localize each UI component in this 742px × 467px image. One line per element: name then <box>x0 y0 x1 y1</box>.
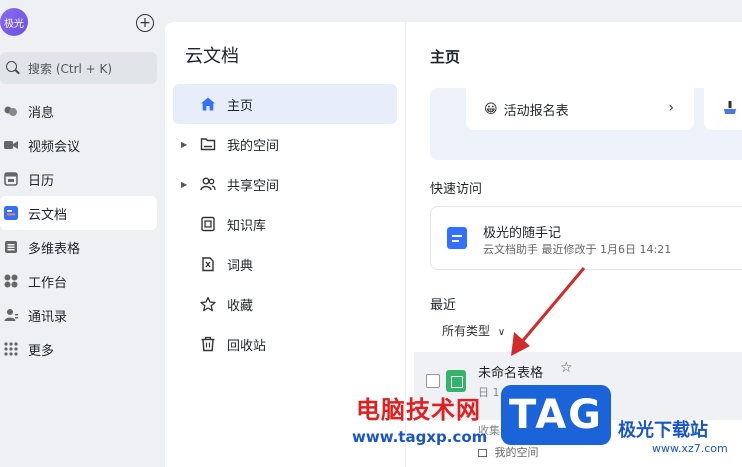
star-icon[interactable]: ☆ <box>560 360 573 376</box>
sidebar-item-knowledge-base[interactable]: 知识库 <box>173 204 397 244</box>
sidebar-item-label: 共享空间 <box>227 178 280 194</box>
trash-icon <box>199 335 217 353</box>
template-card-signup[interactable]: 😀 活动报名表 › <box>466 88 694 130</box>
quick-access-card[interactable]: 极光的随手记 云文档助手 最近修改于 1月6日 14:21 <box>430 206 742 270</box>
home-icon <box>199 95 217 113</box>
search-input[interactable]: 搜索 (Ctrl + K) <box>0 52 157 84</box>
nav-item-label: 更多 <box>28 343 55 359</box>
cleaner-icon <box>722 100 738 120</box>
left-nav: 极光 + 搜索 (Ctrl + K) 消息 视频会议 日历 云文档 多维表格 工… <box>0 0 165 467</box>
sidebar-item-recycle-bin[interactable]: 回收站 <box>173 324 397 364</box>
nav-item-messages[interactable]: 消息 <box>0 94 157 128</box>
quick-access-title: 极光的随手记 <box>483 226 562 241</box>
smile-emoji-icon: 😀 <box>484 101 498 117</box>
nav-item-label: 消息 <box>28 105 55 121</box>
type-filter-label: 所有类型 <box>442 324 491 338</box>
calendar-icon <box>4 172 18 186</box>
nav-item-label: 工作台 <box>28 275 68 291</box>
workbench-icon <box>4 274 18 288</box>
nav-item-label: 视频会议 <box>28 139 81 155</box>
add-button[interactable]: + <box>136 14 154 32</box>
sidebar-item-label: 词典 <box>227 258 254 274</box>
watermark-logo-url: www.xz7.com <box>652 442 728 455</box>
contacts-icon <box>4 308 18 322</box>
cloud-doc-icon <box>4 206 18 220</box>
folder-icon <box>199 135 217 153</box>
knowledge-icon <box>199 215 217 233</box>
page-title: 主页 <box>430 48 461 66</box>
search-icon <box>6 61 20 75</box>
nav-item-label: 通讯录 <box>28 309 68 325</box>
sidebar-item-label: 回收站 <box>227 338 267 354</box>
nav-item-cloud-docs[interactable]: 云文档 <box>0 196 157 230</box>
watermark-logo-text: 极光下载站 <box>618 420 708 441</box>
sidebar-item-label: 主页 <box>227 98 254 114</box>
quick-access-subtitle: 云文档助手 最近修改于 1月6日 14:21 <box>483 243 672 256</box>
watermark-url: www.tagxp.com <box>352 428 488 446</box>
sidebar-item-dictionary[interactable]: 词典 <box>173 244 397 284</box>
row-location: 我的空间 <box>478 444 539 460</box>
table-icon <box>4 240 18 254</box>
nav-item-label: 多维表格 <box>28 241 81 257</box>
nav-item-label: 云文档 <box>28 207 68 223</box>
video-icon <box>4 138 18 152</box>
avatar[interactable]: 极光 <box>0 8 28 36</box>
doc-icon <box>447 227 467 249</box>
sidebar-item-my-space[interactable]: ▶ 我的空间 <box>173 124 397 164</box>
search-placeholder: 搜索 (Ctrl + K) <box>28 61 113 76</box>
chevron-down-icon: ∨ <box>497 327 506 338</box>
shared-users-icon <box>199 175 217 193</box>
chevron-right-icon: › <box>668 100 674 116</box>
watermark-site-name: 电脑技术网 <box>356 396 481 424</box>
sidebar-item-favorites[interactable]: 收藏 <box>173 284 397 324</box>
nav-item-contacts[interactable]: 通讯录 <box>0 298 157 332</box>
nav-item-multi-table[interactable]: 多维表格 <box>0 230 157 264</box>
template-card-label: 活动报名表 <box>503 103 569 119</box>
template-banner: 😀 活动报名表 › <box>430 88 742 160</box>
sidebar-item-home[interactable]: 主页 <box>173 84 397 124</box>
type-filter-dropdown[interactable]: 所有类型 ∨ <box>442 322 505 339</box>
chat-icon <box>4 104 18 118</box>
left-nav-list: 消息 视频会议 日历 云文档 多维表格 工作台 通讯录 更多 <box>0 94 157 366</box>
nav-item-label: 日历 <box>28 173 55 189</box>
sidebar-item-label: 知识库 <box>227 218 267 234</box>
row-subtitle: 日 1 <box>478 386 500 399</box>
folder-icon <box>478 449 487 457</box>
row-checkbox[interactable] <box>426 374 440 388</box>
sidebar-item-label: 我的空间 <box>227 138 280 154</box>
row-title: 未命名表格 <box>478 366 544 381</box>
expand-arrow-icon[interactable]: ▶ <box>181 180 187 189</box>
sheet-icon <box>446 370 466 392</box>
sidebar-item-label: 收藏 <box>227 298 254 314</box>
plus-icon: + <box>139 15 151 31</box>
expand-arrow-icon[interactable]: ▶ <box>181 140 187 149</box>
row-location-label: 我的空间 <box>494 446 539 459</box>
nav-item-workbench[interactable]: 工作台 <box>0 264 157 298</box>
nav-item-video[interactable]: 视频会议 <box>0 128 157 162</box>
watermark-logo: 极光下载站 www.xz7.com <box>618 416 738 456</box>
nav-item-calendar[interactable]: 日历 <box>0 162 157 196</box>
recent-heading: 最近 <box>430 298 457 313</box>
quick-access-heading: 快速访问 <box>430 182 483 197</box>
docs-sidebar-list: 主页 ▶ 我的空间 ▶ 共享空间 知识库 词典 收藏 回收站 <box>173 84 397 364</box>
star-icon <box>199 295 217 313</box>
dictionary-icon <box>199 255 217 273</box>
nav-item-more[interactable]: 更多 <box>0 332 157 366</box>
docs-sidebar-title: 云文档 <box>185 46 239 67</box>
template-card-next[interactable] <box>704 88 742 130</box>
watermark-tag-logo: TAG <box>501 385 611 445</box>
sidebar-item-shared-space[interactable]: ▶ 共享空间 <box>173 164 397 204</box>
more-icon <box>4 342 18 356</box>
